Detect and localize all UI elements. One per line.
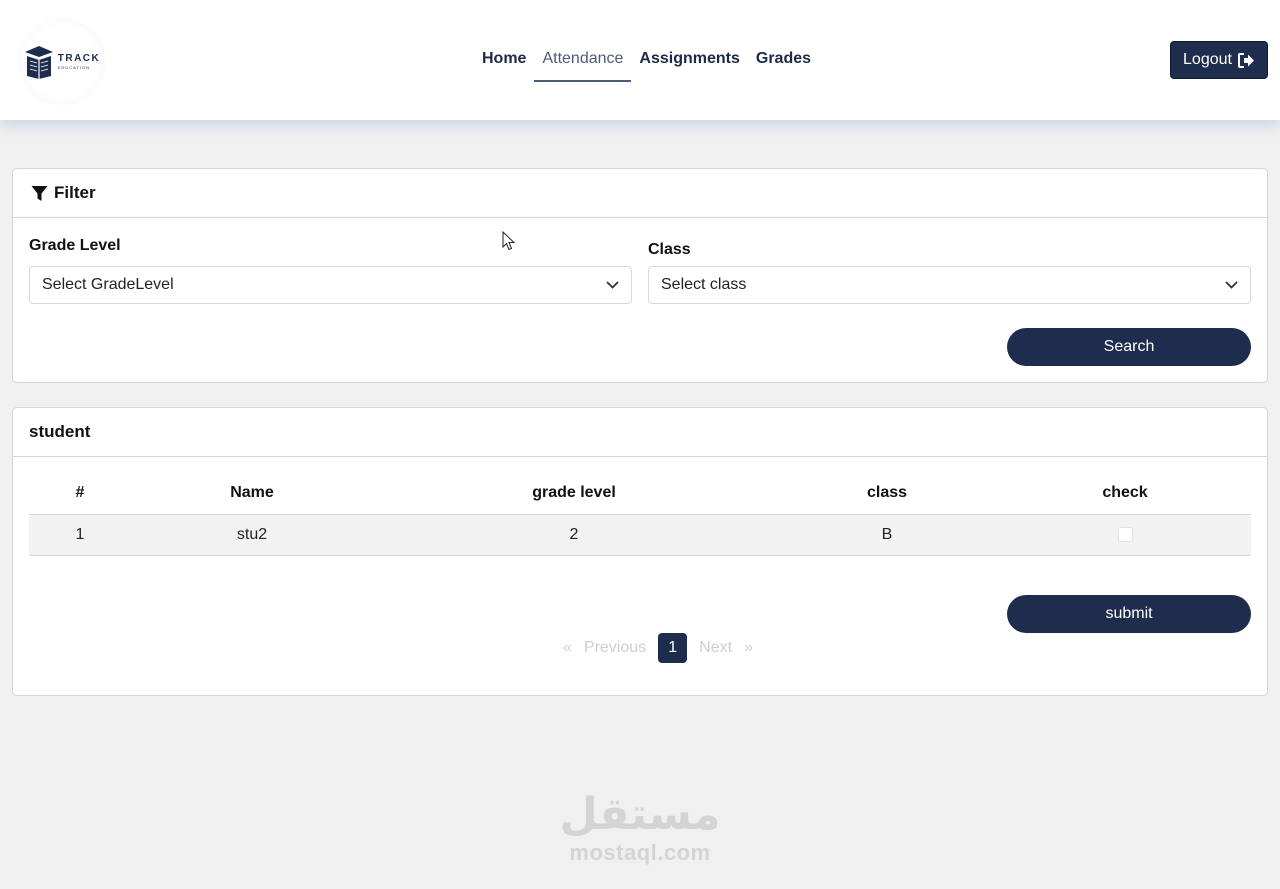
sign-out-icon — [1237, 52, 1254, 68]
logout-label: Logout — [1183, 51, 1232, 68]
grade-level-select[interactable]: Select GradeLevel — [29, 266, 632, 304]
grade-level-label: Grade Level — [29, 237, 121, 254]
pagination-first[interactable]: « — [557, 639, 578, 657]
submit-button[interactable]: submit — [1007, 595, 1251, 633]
pagination-next[interactable]: Next — [693, 639, 738, 657]
top-navbar: TRACK EDUCATION Home Attendance Assignme… — [0, 0, 1280, 120]
chevron-down-icon — [1225, 281, 1238, 289]
col-check: check — [999, 473, 1251, 515]
table-header-row: # Name grade level class check — [29, 473, 1251, 515]
class-label: Class — [648, 241, 691, 258]
logo[interactable]: TRACK EDUCATION — [18, 18, 106, 106]
cell-name: stu2 — [131, 514, 373, 556]
filter-title: Filter — [54, 183, 96, 202]
attendance-checkbox[interactable] — [1117, 526, 1133, 542]
class-select-value: Select class — [661, 276, 747, 293]
filter-icon — [31, 185, 48, 201]
logo-subtitle: EDUCATION — [57, 65, 91, 70]
nav-home[interactable]: Home — [474, 40, 534, 82]
book-icon — [24, 46, 53, 79]
logo-title: TRACK — [57, 53, 101, 64]
pagination-current-page[interactable]: 1 — [658, 633, 688, 663]
pagination-previous[interactable]: Previous — [578, 639, 652, 657]
cell-check — [999, 514, 1251, 556]
pagination: « Previous 1 Next » — [557, 633, 759, 663]
watermark-latin: mostaql.com — [569, 840, 711, 865]
student-table: # Name grade level class check 1 stu2 2 … — [29, 473, 1251, 556]
chevron-down-icon — [606, 281, 619, 289]
search-button[interactable]: Search — [1007, 328, 1251, 366]
nav-grades[interactable]: Grades — [748, 40, 819, 82]
grade-level-select-value: Select GradeLevel — [42, 276, 174, 293]
class-select[interactable]: Select class — [648, 266, 1251, 304]
pagination-last[interactable]: » — [738, 639, 759, 657]
nav-attendance[interactable]: Attendance — [534, 40, 632, 82]
cell-number: 1 — [29, 514, 131, 556]
col-grade-level: grade level — [373, 473, 775, 515]
col-number: # — [29, 473, 131, 515]
col-name: Name — [131, 473, 373, 515]
mouse-cursor-icon — [502, 231, 516, 251]
watermark: مستقل mostaql.com — [559, 789, 721, 870]
student-header: student — [13, 408, 1267, 457]
logout-button[interactable]: Logout — [1170, 41, 1268, 79]
col-class: class — [775, 473, 999, 515]
cell-class: B — [775, 514, 999, 556]
student-card: student # Name grade level class check 1… — [12, 407, 1268, 696]
watermark-arabic: مستقل — [559, 789, 721, 840]
filter-header: Filter — [13, 169, 1267, 218]
table-row: 1 stu2 2 B — [29, 514, 1251, 556]
nav-assignments[interactable]: Assignments — [631, 40, 747, 82]
cell-grade-level: 2 — [373, 514, 775, 556]
main-nav: Home Attendance Assignments Grades — [474, 40, 819, 82]
filter-card: Filter Grade Level Select GradeLevel Cla… — [12, 168, 1268, 383]
